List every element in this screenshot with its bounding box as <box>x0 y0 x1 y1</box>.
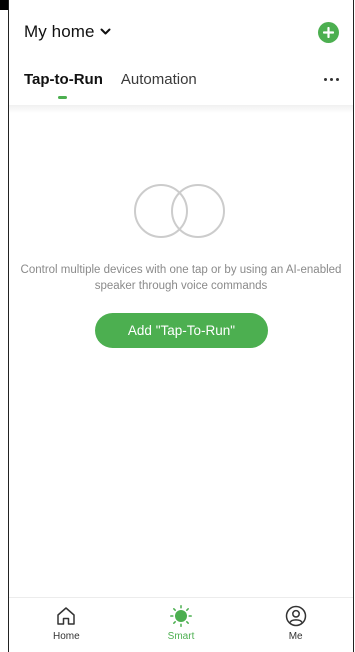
home-title: My home <box>24 22 95 41</box>
corner-marker <box>0 0 8 10</box>
nav-label-smart: Smart <box>167 631 195 642</box>
more-dot-icon <box>330 78 333 81</box>
home-icon <box>57 607 76 625</box>
sun-icon <box>170 605 192 627</box>
add-button[interactable] <box>318 22 339 43</box>
nav-item-home[interactable]: Home <box>9 598 124 652</box>
nav-label-me: Me <box>288 631 303 642</box>
more-options-button[interactable] <box>324 78 339 81</box>
tab-tap-to-run[interactable]: Tap-to-Run <box>24 71 103 88</box>
more-dot-icon <box>324 78 327 81</box>
app-screen: My home Tap-to-Run Automation Control mu… <box>0 0 355 652</box>
user-icon <box>285 605 306 627</box>
plus-icon <box>323 27 334 38</box>
nav-item-me[interactable]: Me <box>238 598 353 652</box>
chevron-down-icon <box>100 28 111 35</box>
more-dot-icon <box>336 78 339 81</box>
tab-automation[interactable]: Automation <box>121 71 197 88</box>
active-tab-indicator <box>58 96 67 99</box>
header: My home Tap-to-Run Automation <box>9 10 353 105</box>
nav-item-smart[interactable]: Smart <box>124 598 239 652</box>
home-selector[interactable]: My home <box>24 22 111 42</box>
overlapping-circles-icon <box>134 184 225 238</box>
right-border <box>353 0 354 652</box>
empty-state-description: Control multiple devices with one tap or… <box>20 264 342 292</box>
bottom-navigation: Home Smart Me <box>9 597 353 652</box>
tab-bar: Tap-to-Run Automation <box>24 71 215 99</box>
nav-label-home: Home <box>52 631 80 642</box>
header-shadow <box>9 105 353 113</box>
add-tap-to-run-button[interactable]: Add "Tap-To-Run" <box>95 313 268 348</box>
